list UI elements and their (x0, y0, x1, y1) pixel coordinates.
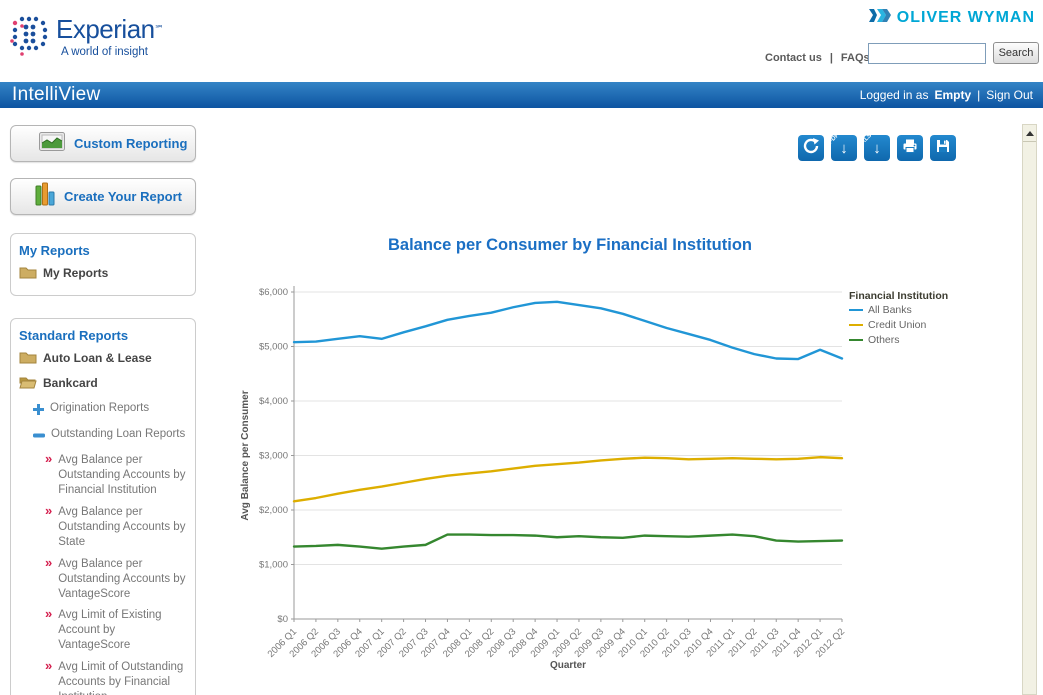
vertical-scrollbar[interactable] (1022, 124, 1037, 695)
legend-swatch-others (849, 339, 863, 341)
download-xls-icon: ↓ (873, 141, 881, 156)
area-chart-icon (39, 132, 65, 156)
standard-reports-title: Standard Reports (19, 328, 187, 343)
collapse-minus-icon (33, 428, 45, 446)
tree-folder-label: Bankcard (43, 376, 98, 390)
folder-open-icon (19, 376, 37, 394)
logged-in-label: Logged in as (860, 88, 929, 102)
tree-group-label: Outstanding Loan Reports (51, 427, 185, 442)
faqs-link[interactable]: FAQs (841, 52, 870, 64)
my-reports-folder[interactable]: My Reports (19, 266, 187, 284)
my-reports-folder-label: My Reports (43, 266, 108, 280)
my-reports-title: My Reports (19, 243, 187, 258)
tree-group-label: Origination Reports (50, 401, 149, 416)
report-link-avg-limit-existing[interactable]: » Avg Limit of Existing Account by Vanta… (45, 608, 187, 653)
folder-icon (19, 266, 37, 284)
print-button[interactable] (897, 135, 923, 161)
tree-folder-label: Auto Loan & Lease (43, 351, 152, 365)
download-pdf-icon: ↓ (840, 141, 848, 156)
custom-reporting-label: Custom Reporting (74, 136, 187, 151)
page: Experian℠ A world of insight OLIVER WYMA… (0, 0, 1043, 695)
report-label: Avg Balance per Outstanding Accounts by … (58, 505, 187, 550)
svg-text:Avg Balance per Consumer: Avg Balance per Consumer (240, 390, 251, 520)
report-bullet-icon: » (45, 660, 52, 672)
create-your-report-label: Create Your Report (64, 189, 182, 204)
save-button[interactable] (930, 135, 956, 161)
contact-us-link[interactable]: Contact us (765, 52, 822, 64)
header-links: Contact us | FAQs (765, 52, 870, 64)
svg-text:$6,000: $6,000 (259, 287, 288, 298)
report-label: Avg Limit of Outstanding Accounts by Fin… (58, 660, 187, 695)
scroll-up-icon (1026, 131, 1034, 136)
tree-folder-auto-loan[interactable]: Auto Loan & Lease (19, 351, 187, 369)
legend-label: Credit Union (868, 319, 926, 331)
session-separator: | (977, 88, 980, 102)
xls-badge: XLS (861, 133, 873, 145)
experian-tagline: A world of insight (61, 46, 164, 58)
standard-reports-panel: Standard Reports Auto Loan & Lease Bankc… (10, 318, 196, 695)
scroll-up-button[interactable] (1023, 125, 1036, 142)
svg-text:$2,000: $2,000 (259, 505, 288, 516)
report-label: Avg Balance per Outstanding Accounts by … (58, 557, 187, 602)
legend-swatch-credit-union (849, 324, 863, 326)
my-reports-panel: My Reports My Reports (10, 233, 196, 296)
tree-group-outstanding[interactable]: Outstanding Loan Reports (33, 427, 187, 446)
session-info: Logged in as Empty | Sign Out (860, 82, 1033, 108)
report-bullet-icon: » (45, 453, 52, 465)
report-link-avg-balance-vantage[interactable]: » Avg Balance per Outstanding Accounts b… (45, 557, 187, 602)
create-your-report-button[interactable]: Create Your Report (10, 178, 196, 215)
svg-text:$0: $0 (277, 614, 288, 625)
search-input[interactable] (868, 43, 986, 64)
svg-text:Quarter: Quarter (550, 660, 586, 671)
header-links-separator: | (830, 52, 833, 64)
legend-title: Financial Institution (849, 290, 948, 302)
download-pdf-button[interactable]: PDF ↓ (831, 135, 857, 161)
report-link-avg-limit-fi[interactable]: » Avg Limit of Outstanding Accounts by F… (45, 660, 187, 695)
svg-text:$1,000: $1,000 (259, 560, 288, 571)
download-xls-button[interactable]: XLS ↓ (864, 135, 890, 161)
report-bullet-icon: » (45, 557, 52, 569)
chart-legend: Financial Institution All Banks Credit U… (849, 290, 948, 349)
report-label: Avg Limit of Existing Account by Vantage… (58, 608, 187, 653)
experian-trademark: ℠ (155, 24, 164, 34)
experian-logo-icon (10, 14, 50, 61)
pdf-badge: PDF (828, 133, 841, 146)
report-link-avg-balance-state[interactable]: » Avg Balance per Outstanding Accounts b… (45, 505, 187, 550)
printer-icon (901, 137, 919, 160)
search-button[interactable]: Search (993, 42, 1039, 64)
save-icon (934, 137, 952, 160)
oliver-wyman-logo: OLIVER WYMAN (869, 8, 1035, 28)
svg-text:$5,000: $5,000 (259, 342, 288, 353)
bar-chart-icon (35, 182, 55, 211)
expand-plus-icon (33, 402, 44, 420)
tree-group-origination[interactable]: Origination Reports (33, 401, 187, 420)
svg-text:$4,000: $4,000 (259, 396, 288, 407)
appbar: IntelliView Logged in as Empty | Sign Ou… (0, 82, 1043, 108)
username: Empty (934, 88, 971, 102)
report-bullet-icon: » (45, 608, 52, 620)
oliver-wyman-name: OLIVER WYMAN (897, 9, 1035, 27)
oliver-wyman-logo-icon (869, 8, 891, 28)
chart-toolbar: PDF ↓ XLS ↓ (798, 135, 956, 161)
report-bullet-icon: » (45, 505, 52, 517)
app-title: IntelliView (0, 84, 101, 106)
svg-text:$3,000: $3,000 (259, 451, 288, 462)
legend-label: All Banks (868, 304, 912, 316)
sign-out-link[interactable]: Sign Out (986, 88, 1033, 102)
folder-closed-icon (19, 351, 37, 369)
legend-label: Others (868, 334, 900, 346)
refresh-button[interactable] (798, 135, 824, 161)
legend-swatch-all-banks (849, 309, 863, 311)
report-label: Avg Balance per Outstanding Accounts by … (58, 453, 187, 498)
legend-item-all-banks: All Banks (849, 304, 948, 316)
experian-name: Experian (56, 14, 155, 44)
custom-reporting-button[interactable]: Custom Reporting (10, 125, 196, 162)
legend-item-credit-union: Credit Union (849, 319, 948, 331)
experian-logo: Experian℠ A world of insight (10, 14, 164, 61)
legend-item-others: Others (849, 334, 948, 346)
tree-folder-bankcard[interactable]: Bankcard (19, 376, 187, 394)
report-link-avg-balance-fi[interactable]: » Avg Balance per Outstanding Accounts b… (45, 453, 187, 498)
refresh-icon (802, 137, 820, 160)
